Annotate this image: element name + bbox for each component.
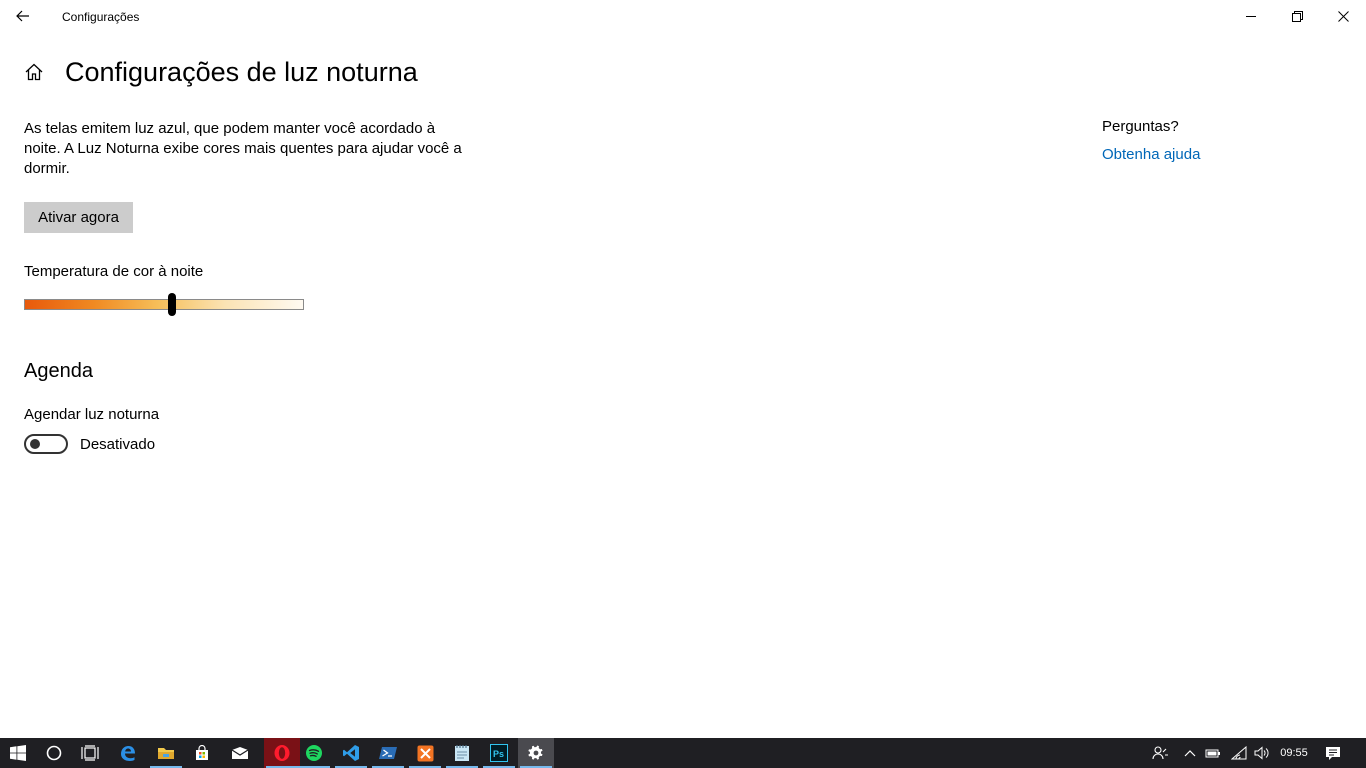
taskbar-vscode[interactable] [333, 738, 369, 768]
taskbar-notepad[interactable] [444, 738, 480, 768]
task-view-button[interactable] [72, 738, 108, 768]
schedule-toggle-label: Agendar luz noturna [24, 406, 160, 423]
tray-people[interactable] [1148, 738, 1172, 768]
taskbar-xampp[interactable] [407, 738, 443, 768]
tray-volume[interactable] [1251, 738, 1273, 768]
page-title: Configurações de luz noturna [65, 57, 418, 87]
gear-icon [528, 745, 543, 760]
vscode-icon [343, 745, 359, 761]
title-bar: Configurações [0, 0, 1366, 32]
back-arrow-icon [16, 10, 29, 22]
photoshop-label: Ps [493, 749, 504, 759]
cortana-circle-icon [46, 745, 62, 761]
store-bag-icon [196, 745, 208, 760]
mail-icon [231, 747, 249, 759]
color-temperature-label: Temperatura de cor à noite [24, 263, 204, 280]
action-center-button[interactable] [1318, 738, 1348, 768]
start-button[interactable] [0, 738, 36, 768]
powershell-icon [379, 747, 397, 759]
edge-icon [121, 746, 135, 761]
taskbar-store[interactable] [184, 738, 220, 768]
volume-icon [1254, 746, 1269, 760]
folder-icon [158, 748, 174, 759]
windows-logo-icon [10, 745, 26, 761]
tray-show-hidden-icons[interactable] [1180, 738, 1200, 768]
window-title: Configurações [62, 10, 140, 24]
spotify-icon [306, 745, 322, 761]
tray-network[interactable] [1228, 738, 1250, 768]
questions-heading: Perguntas? [1102, 118, 1179, 135]
taskbar-mail[interactable] [222, 738, 258, 768]
taskbar-opera[interactable] [264, 738, 300, 768]
taskbar-settings[interactable] [518, 738, 554, 768]
people-icon [1152, 746, 1168, 760]
battery-icon [1205, 749, 1220, 758]
toggle-knob [30, 439, 40, 449]
cortana-button[interactable] [36, 738, 72, 768]
photoshop-icon: Ps [490, 744, 508, 762]
task-view-icon [81, 745, 99, 761]
color-temperature-slider-thumb[interactable] [168, 293, 177, 316]
night-light-description: As telas emitem luz azul, que podem mant… [24, 120, 462, 177]
schedule-night-light-toggle[interactable] [24, 434, 68, 454]
opera-icon [274, 745, 290, 761]
tray-battery[interactable] [1203, 738, 1223, 768]
taskbar-spotify[interactable] [296, 738, 332, 768]
color-temperature-slider[interactable] [24, 299, 304, 310]
get-help-link[interactable]: Obtenha ajuda [1102, 146, 1200, 163]
notepad-icon [455, 745, 469, 761]
restore-button[interactable] [1274, 0, 1320, 32]
home-icon[interactable] [24, 62, 44, 82]
taskbar-powershell[interactable] [370, 738, 406, 768]
action-center-icon [1326, 746, 1340, 760]
minimize-button[interactable] [1228, 0, 1274, 32]
chevron-up-icon [1184, 750, 1196, 757]
schedule-heading: Agenda [24, 360, 93, 382]
taskbar-file-explorer[interactable] [148, 738, 184, 768]
minimize-icon [1245, 15, 1256, 17]
close-icon [1337, 10, 1349, 22]
toggle-state-text: Desativado [80, 436, 156, 453]
taskbar-photoshop[interactable]: Ps [481, 738, 517, 768]
restore-icon [1291, 10, 1303, 22]
back-button[interactable] [0, 0, 46, 32]
activate-now-button[interactable]: Ativar agora [24, 202, 133, 233]
xampp-icon [417, 745, 433, 761]
taskbar: Ps 09:55 [0, 738, 1366, 768]
wifi-icon [1231, 746, 1247, 760]
taskbar-edge[interactable] [110, 738, 146, 768]
close-button[interactable] [1320, 0, 1366, 32]
taskbar-clock[interactable]: 09:55 [1274, 738, 1314, 768]
